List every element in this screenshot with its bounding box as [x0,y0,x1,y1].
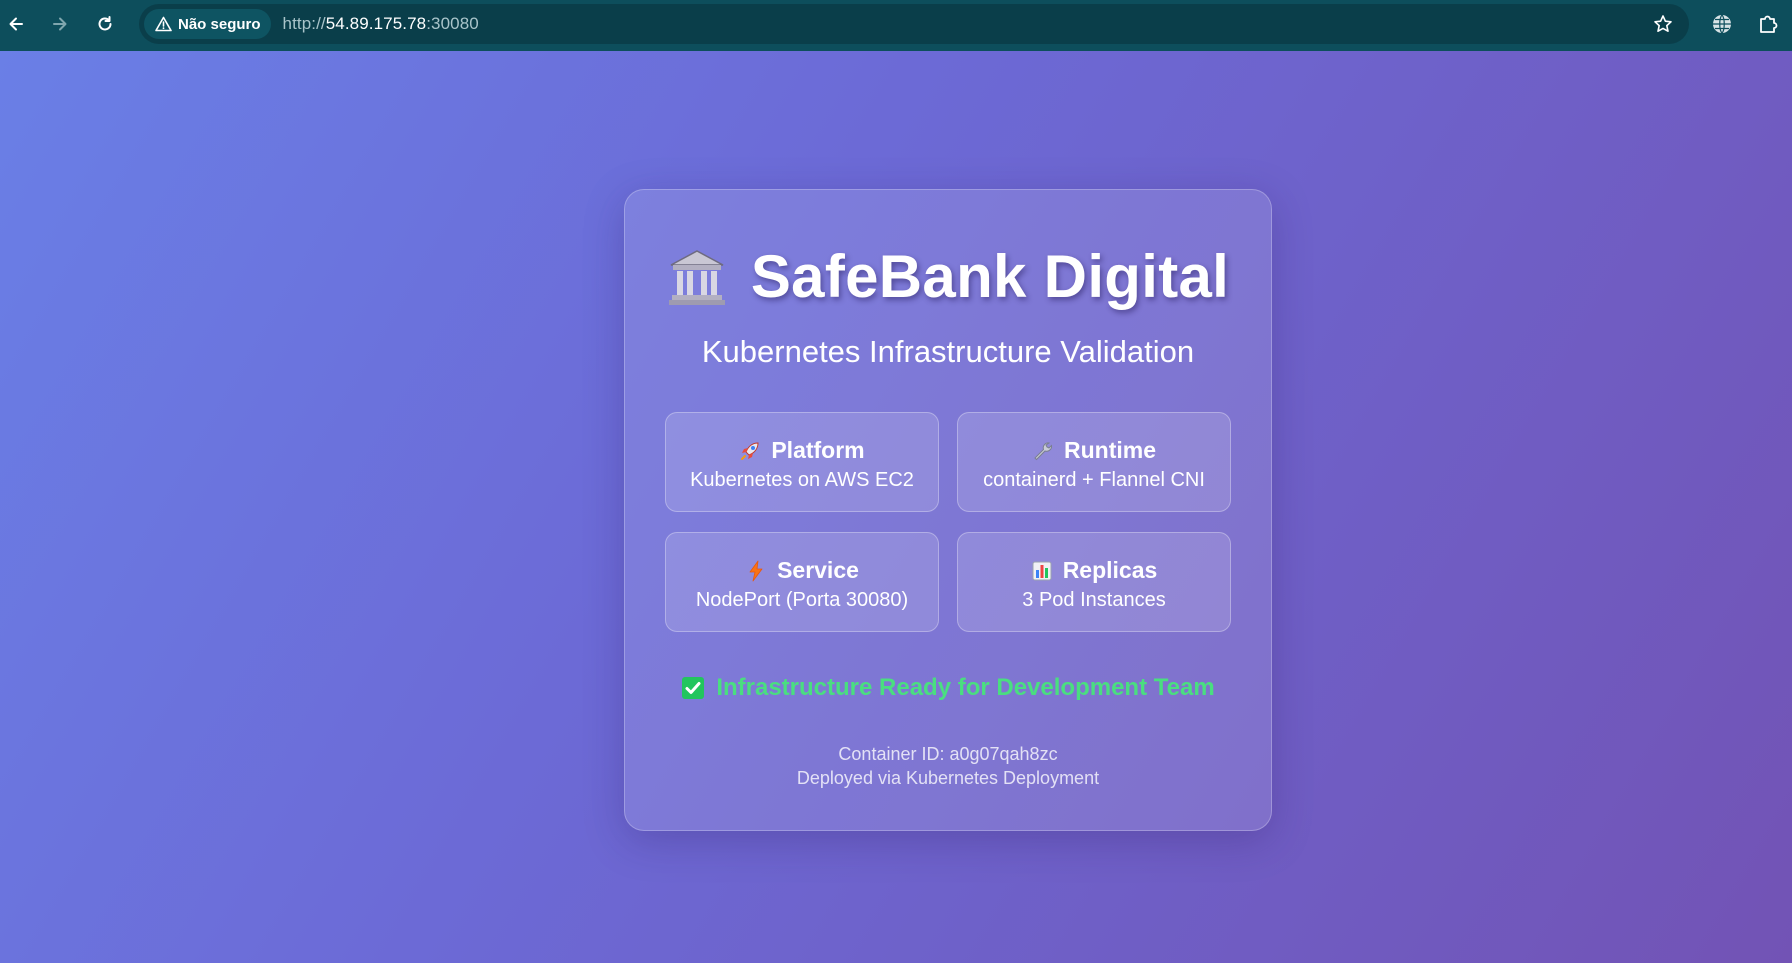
url-text[interactable]: http://54.89.175.78:30080 [283,14,479,34]
status-text: Infrastructure Ready for Development Tea… [716,674,1215,701]
translate-button[interactable] [1711,13,1733,35]
page-title: SafeBank Digital [750,243,1230,310]
info-card-platform: Platform Kubernetes on AWS EC2 [665,412,939,512]
url-prefix: http:// [282,14,326,33]
arrow-left-icon [9,17,23,31]
page-subtitle: Kubernetes Infrastructure Validation [701,334,1195,369]
info-card-header: Platform [666,437,938,464]
info-card-value: 3 Pod Instances [1022,589,1166,611]
puzzle-icon [1760,15,1778,33]
rocket-icon [741,441,759,460]
info-card-value: containerd + Flannel CNI [983,469,1205,491]
address-bar[interactable]: Não seguro http://54.89.175.78:30080 [139,4,1689,44]
info-card-header: Service [666,557,938,584]
reload-icon [98,16,112,31]
info-card-replicas: Replicas 3 Pod Instances [957,532,1231,632]
browser-toolbar: Não seguro http://54.89.175.78:30080 [0,0,1792,51]
security-indicator[interactable]: Não seguro [144,9,271,39]
info-card-label: Service [777,557,859,583]
arrow-right-icon [53,17,67,31]
reload-button[interactable] [94,13,116,35]
info-card-runtime: Runtime containerd + Flannel CNI [957,412,1231,512]
info-card-service: Service NodePort (Porta 30080) [665,532,939,632]
security-label: Não seguro [178,15,261,33]
wrench-icon [1034,441,1053,460]
url-host: 54.89.175.78 [325,14,427,33]
bank-icon [668,249,725,305]
status-message: Infrastructure Ready for Development Tea… [625,674,1271,702]
main-card: SafeBank Digital Kubernetes Infrastructu… [624,189,1272,831]
info-card-label: Platform [771,437,865,463]
info-card-label: Replicas [1062,557,1158,583]
back-button[interactable] [5,13,27,35]
info-card-header: Replicas [958,557,1230,584]
star-icon [1654,15,1672,32]
bar-chart-icon [1032,561,1052,580]
warning-icon [155,16,172,32]
info-card-header: Runtime [958,437,1230,464]
extensions-button[interactable] [1757,13,1779,35]
container-id: Container ID: a0g07qah8zc [838,744,1058,764]
forward-button[interactable] [49,13,71,35]
deployment-note: Deployed via Kubernetes Deployment [796,768,1100,788]
globe-icon [1713,14,1731,34]
title-row: SafeBank Digital [625,242,1271,311]
check-icon [682,677,705,699]
page-background: SafeBank Digital Kubernetes Infrastructu… [0,51,1792,963]
info-card-value: NodePort (Porta 30080) [695,589,909,611]
lightning-icon [749,560,763,581]
info-card-label: Runtime [1064,437,1156,463]
bookmark-button[interactable] [1653,14,1673,34]
info-card-value: Kubernetes on AWS EC2 [690,469,914,491]
url-port: :30080 [426,14,479,33]
